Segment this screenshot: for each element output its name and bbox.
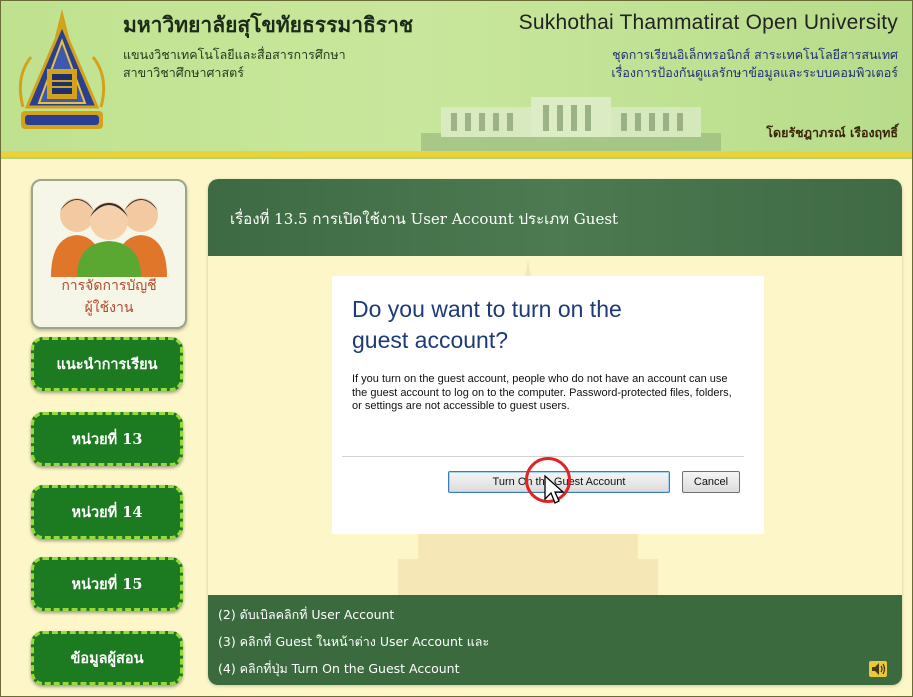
- topic-label-line1: การจัดการบัญชี: [61, 278, 157, 294]
- author-name: โดยรัชฎาภรณ์ เรืองฤทธิ์: [766, 125, 898, 140]
- header-divider-line: [1, 157, 912, 159]
- nav-button-unit-13[interactable]: หน่วยที่ 13: [31, 412, 183, 466]
- step-3: (3) คลิกที่ Guest ในหน้าต่าง User Accoun…: [218, 634, 490, 649]
- speaker-icon[interactable]: [869, 661, 887, 677]
- department-name: แขนงวิชาเทคโนโลยีและสื่อสารการศึกษา: [123, 47, 346, 62]
- dialog-heading-line2: guest account?: [352, 327, 509, 353]
- topic-label-line2: ผู้ใช้งาน: [84, 300, 134, 316]
- guest-account-dialog: Do you want to turn on the guest account…: [332, 276, 764, 534]
- mouse-cursor-icon: [544, 475, 565, 504]
- nav-button-unit-15[interactable]: หน่วยที่ 15: [31, 557, 183, 611]
- nav-button-instructor-info[interactable]: ข้อมูลผู้สอน: [31, 631, 183, 685]
- page-frame: มหาวิทยาลัยสุโขทัยธรรมาธิราช แขนงวิชาเทค…: [0, 0, 913, 697]
- university-crest-icon: [18, 9, 106, 129]
- university-name-thai: มหาวิทยาลัยสุโขทัยธรรมาธิราช: [123, 12, 414, 37]
- dialog-heading-line1: Do you want to turn on the: [352, 296, 622, 322]
- series-subject: เรื่องการป้องกันดูแลรักษาข้อมูลและระบบคอ…: [611, 65, 898, 80]
- cancel-button[interactable]: Cancel: [682, 471, 740, 493]
- school-name: สาขาวิชาศึกษาศาสตร์: [123, 65, 244, 80]
- lesson-header: เรื่องที่ 13.5 การเปิดใช้งาน User Accoun…: [208, 179, 902, 256]
- series-title: ชุดการเรียนอิเล็กทรอนิกส์ สาระเทคโนโลยีส…: [612, 47, 898, 62]
- instruction-steps: (2) ดับเบิลคลิกที่ User Account (3) คลิก…: [208, 595, 902, 685]
- nav-button-intro[interactable]: แนะนำการเรียน: [31, 337, 183, 391]
- user-group-icon: [51, 198, 167, 277]
- nav-button-unit-14[interactable]: หน่วยที่ 14: [31, 485, 183, 539]
- dialog-description: If you turn on the guest account, people…: [352, 373, 732, 412]
- lesson-panel: เรื่องที่ 13.5 การเปิดใช้งาน User Accoun…: [208, 179, 902, 685]
- campus-building-image: [421, 97, 721, 151]
- step-4: (4) คลิกที่ปุ่ม Turn On the Guest Accoun…: [218, 661, 460, 676]
- university-name-english: Sukhothai Thammatirat Open University: [518, 11, 898, 34]
- header-banner: มหาวิทยาลัยสุโขทัยธรรมาธิราช แขนงวิชาเทค…: [1, 1, 912, 153]
- lesson-title: เรื่องที่ 13.5 การเปิดใช้งาน User Accoun…: [230, 210, 619, 228]
- dialog-heading: Do you want to turn on the guest account…: [352, 294, 622, 356]
- topic-card: การจัดการบัญชี ผู้ใช้งาน: [31, 179, 187, 329]
- step-2: (2) ดับเบิลคลิกที่ User Account: [218, 607, 395, 622]
